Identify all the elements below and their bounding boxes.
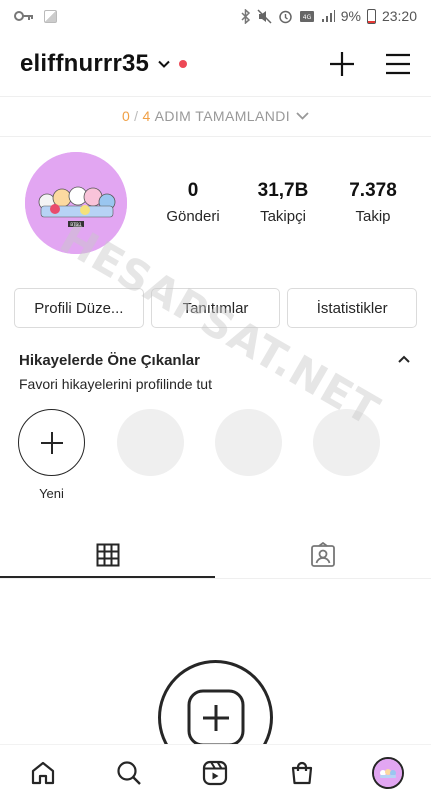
stat-following-label: Takip — [355, 208, 391, 225]
steps-label: ADIM TAMAMLANDI — [154, 108, 291, 124]
stat-following-value: 7.378 — [349, 180, 397, 201]
new-highlight-button[interactable] — [18, 409, 85, 476]
bottom-nav — [0, 744, 431, 800]
chevron-down-icon — [296, 112, 309, 120]
profile-header: eliffnurrr35 — [0, 40, 431, 88]
notification-dot — [179, 60, 188, 68]
stat-followers-value: 31,7B — [257, 180, 309, 201]
signal-icon — [321, 10, 335, 22]
highlight-placeholder — [215, 409, 282, 476]
battery-percent: 9% — [340, 8, 361, 24]
bluetooth-icon — [241, 8, 250, 24]
avatar-text: BT21 — [70, 222, 82, 228]
header-actions — [329, 51, 411, 77]
data-icon: 4G — [299, 10, 314, 22]
stat-posts-label: Gönderi — [166, 208, 220, 225]
new-highlight-label: Yeni — [39, 486, 64, 501]
highlight-placeholder — [313, 409, 380, 476]
reels-icon — [203, 760, 228, 785]
status-bar: 4G 9% 23:20 — [0, 0, 431, 32]
username[interactable]: eliffnurrr35 — [20, 50, 149, 78]
search-icon — [117, 760, 142, 785]
stat-followers[interactable]: 31,7B Takipçi — [238, 180, 328, 225]
insights-button[interactable]: İstatistikler — [287, 288, 418, 328]
promotions-button[interactable]: Tanıtımlar — [150, 288, 281, 328]
menu-icon[interactable] — [385, 53, 411, 75]
nav-search[interactable] — [109, 753, 149, 793]
plus-icon — [40, 431, 63, 454]
stat-posts-value: 0 — [187, 180, 199, 201]
steps-done: 0 — [121, 108, 131, 124]
avatar[interactable]: BT21 — [25, 152, 127, 254]
chevron-up-icon[interactable] — [397, 354, 411, 364]
clock: 23:20 — [381, 8, 417, 24]
image-icon — [44, 9, 57, 23]
profile-stats: 0 Gönderi 31,7B Takipçi 7.378 Takip — [148, 180, 418, 225]
highlights-subtitle: Favori hikayelerini profilinde tut — [19, 376, 212, 392]
home-icon — [31, 761, 55, 784]
mute-icon — [257, 8, 272, 24]
tab-tagged[interactable] — [215, 532, 431, 578]
tagged-icon — [311, 542, 335, 567]
nav-home[interactable] — [23, 753, 63, 793]
steps-progress[interactable]: 0 / 4 ADIM TAMAMLANDI — [0, 108, 431, 124]
avatar-thumbnail — [373, 758, 402, 787]
chevron-down-icon[interactable] — [157, 57, 171, 71]
stat-posts[interactable]: 0 Gönderi — [148, 180, 238, 225]
steps-separator: / — [134, 108, 139, 124]
nav-profile[interactable] — [368, 753, 408, 793]
add-post-icon — [187, 689, 244, 746]
alarm-icon — [278, 10, 292, 23]
nav-reels[interactable] — [195, 753, 235, 793]
tabs-divider — [0, 578, 431, 579]
key-icon — [14, 11, 33, 21]
steps-total: 4 — [142, 108, 151, 124]
plus-icon[interactable] — [329, 51, 355, 77]
profile-avatar — [371, 756, 404, 789]
steps-divider — [0, 136, 431, 137]
profile-buttons: Profili Düze... Tanıtımlar İstatistikler — [14, 288, 418, 328]
tab-grid[interactable] — [0, 532, 215, 578]
grid-icon — [96, 543, 119, 567]
edit-profile-button[interactable]: Profili Düze... — [14, 288, 144, 328]
nav-shop[interactable] — [282, 753, 322, 793]
battery-icon — [366, 8, 376, 24]
shop-icon — [291, 761, 312, 784]
highlights-title: Hikayelerde Öne Çıkanlar — [19, 352, 200, 369]
highlight-placeholder — [117, 409, 184, 476]
status-right: 4G 9% 23:20 — [241, 8, 417, 24]
header-divider — [0, 96, 431, 97]
status-left — [14, 9, 57, 23]
svg-text:4G: 4G — [302, 14, 311, 21]
stat-following[interactable]: 7.378 Takip — [328, 180, 418, 225]
avatar-illustration: BT21 — [25, 152, 127, 254]
stat-followers-label: Takipçi — [260, 208, 306, 225]
